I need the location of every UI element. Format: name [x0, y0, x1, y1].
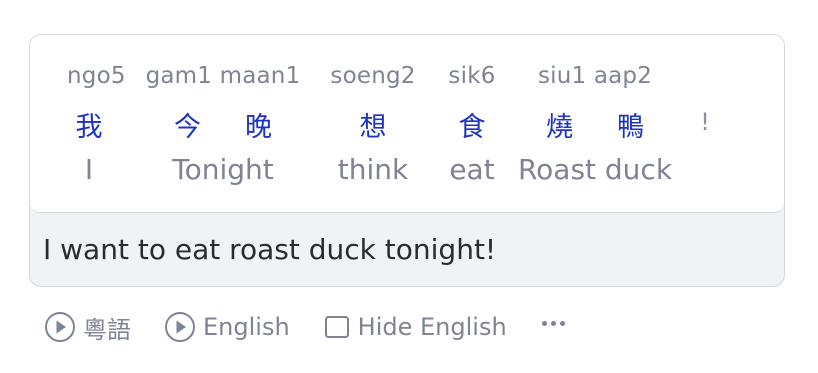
sentence-card: ngo5 我 I gam1 maan1 今晚 Tonight soeng2 想 …	[29, 34, 785, 287]
word-sik6[interactable]: sik6 食 eat	[440, 35, 504, 213]
sentence-toolbar: 粵語 English Hide English	[44, 310, 565, 345]
play-cantonese-label: 粵語	[83, 315, 131, 344]
word-ngo5[interactable]: ngo5 我 I	[67, 35, 126, 213]
word-hanzi: 想	[359, 112, 387, 143]
punctuation-text: !	[700, 108, 710, 136]
word-jyutping: gam1 maan1	[145, 63, 301, 89]
word-jyutping: siu1 aap2	[537, 63, 653, 89]
play-icon	[165, 312, 195, 342]
word-english: I	[84, 153, 94, 186]
hide-english-label: Hide English	[357, 313, 507, 341]
word-hanzi: 燒鴨	[546, 112, 644, 143]
checkbox-icon	[324, 316, 349, 338]
more-options-button[interactable]	[541, 320, 565, 326]
word-hanzi: 食	[458, 112, 486, 143]
sentence-translation: I want to eat roast duck tonight!	[43, 233, 497, 266]
word-hanzi: 我	[75, 112, 103, 143]
word-english: eat	[449, 153, 495, 186]
word-jyutping: soeng2	[330, 63, 416, 89]
more-dot-icon	[550, 320, 556, 326]
word-jyutping: sik6	[448, 63, 496, 89]
word-soeng2[interactable]: soeng2 想 think	[321, 35, 425, 213]
more-dot-icon	[559, 320, 565, 326]
play-icon	[45, 312, 75, 342]
word-english: Tonight	[172, 153, 274, 186]
word-english: Roast duck	[517, 153, 673, 186]
play-cantonese-button[interactable]: 粵語	[44, 310, 131, 345]
play-english-label: English	[203, 313, 290, 341]
word-hanzi: 今晚	[174, 112, 272, 143]
word-gam1-maan1[interactable]: gam1 maan1 今晚 Tonight	[141, 35, 305, 213]
punctuation-mark: !	[695, 35, 715, 213]
more-dot-icon	[541, 320, 547, 326]
word-siu1-aap2[interactable]: siu1 aap2 燒鴨 Roast duck	[514, 35, 676, 213]
word-english: think	[337, 153, 409, 186]
hide-english-toggle[interactable]: Hide English	[323, 313, 507, 341]
word-gloss-panel: ngo5 我 I gam1 maan1 今晚 Tonight soeng2 想 …	[30, 35, 784, 213]
play-english-button[interactable]: English	[164, 311, 290, 343]
word-jyutping: ngo5	[67, 63, 126, 89]
